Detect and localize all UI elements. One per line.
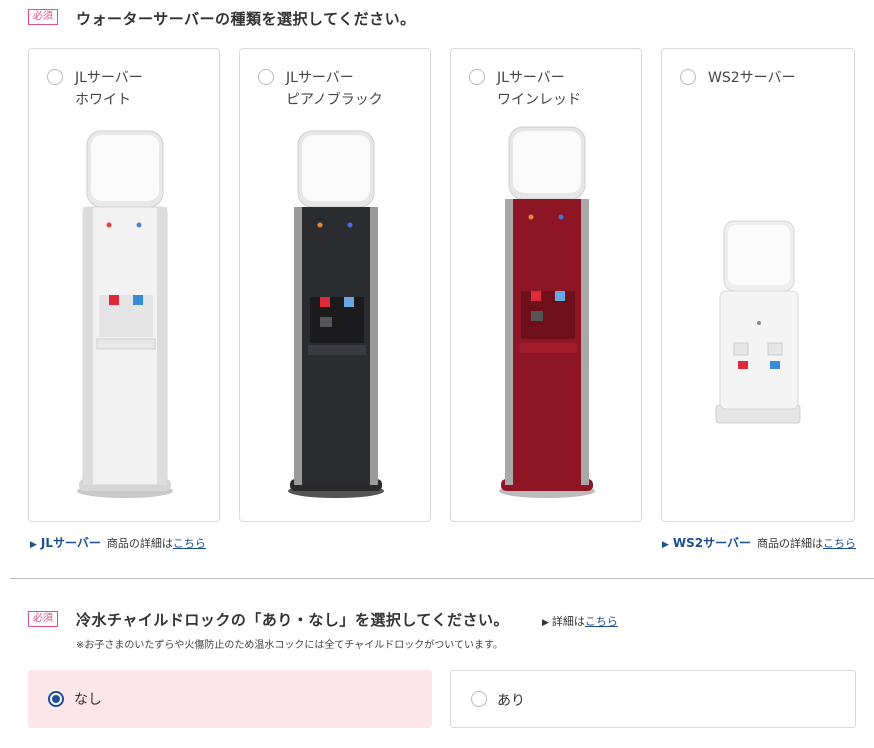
section-heading-child-lock: 冷水チャイルドロックの「あり・なし」を選択してください。 [76,611,509,629]
child-lock-detail-row: ▶ 詳細はこちら [542,613,618,629]
section-heading-server-type: ウォーターサーバーの種類を選択してください。 [76,10,416,28]
server-option-title: JLサーバー ピアノブラック [286,67,383,111]
jl-red-server-image [499,126,595,498]
jl-black-server-image [288,130,384,498]
triangle-right-icon: ▶ [30,540,37,550]
radio-button[interactable] [680,69,696,85]
required-badge: 必須 [28,611,58,627]
ws2-server-detail-row: ▶ WS2サーバー 商品の詳細はこちら [662,534,856,551]
server-option-jl-black[interactable]: JLサーバー ピアノブラック [239,48,431,522]
detail-text: 商品の詳細は [757,537,824,550]
server-option-color: ワインレッド [497,92,581,108]
child-lock-detail-link[interactable]: こちら [585,615,618,628]
triangle-right-icon: ▶ [662,540,669,550]
child-lock-note: ※お子さまのいたずらや火傷防止のため温水コックには全てチャイルドロックがついてい… [76,640,503,651]
required-badge: 必須 [28,9,58,25]
triangle-right-icon: ▶ [542,618,549,628]
detail-text: 商品の詳細は [106,537,173,550]
detail-text: 詳細は [551,615,585,628]
server-option-color: ピアノブラック [286,92,383,108]
radio-button[interactable] [258,69,274,85]
server-option-jl-red[interactable]: JLサーバー ワインレッド [450,48,642,522]
server-option-jl-white[interactable]: JLサーバー ホワイト [28,48,220,522]
section-divider [10,578,874,579]
server-option-title: JLサーバー ホワイト [75,67,143,111]
radio-button[interactable] [47,69,63,85]
server-option-name: JLサーバー [497,70,565,86]
ws2-server-image [715,220,801,424]
radio-button[interactable] [471,691,487,707]
jl-server-detail-row: ▶ JLサーバー 商品の詳細はこちら [30,534,206,551]
server-option-name: JLサーバー [286,70,354,86]
ws2-detail-link[interactable]: こちら [823,537,856,550]
child-lock-option-none[interactable]: なし [28,670,432,728]
server-option-ws2[interactable]: WS2サーバー [661,48,855,522]
jl-white-server-image [77,130,173,498]
server-option-title: JLサーバー ワインレッド [497,67,581,111]
ws2-server-link-name: WS2サーバー [672,536,752,550]
option-label: なし [74,692,102,708]
jl-server-link-name: JLサーバー [40,536,101,550]
radio-button[interactable] [469,69,485,85]
option-label: あり [497,693,525,709]
radio-button-selected[interactable] [48,691,64,707]
server-option-name: JLサーバー [75,70,143,86]
server-option-name: WS2サーバー [708,70,796,86]
server-option-title: WS2サーバー [708,67,796,89]
child-lock-option-yes[interactable]: あり [450,670,856,728]
server-option-color: ホワイト [75,92,131,108]
jl-detail-link[interactable]: こちら [173,537,206,550]
